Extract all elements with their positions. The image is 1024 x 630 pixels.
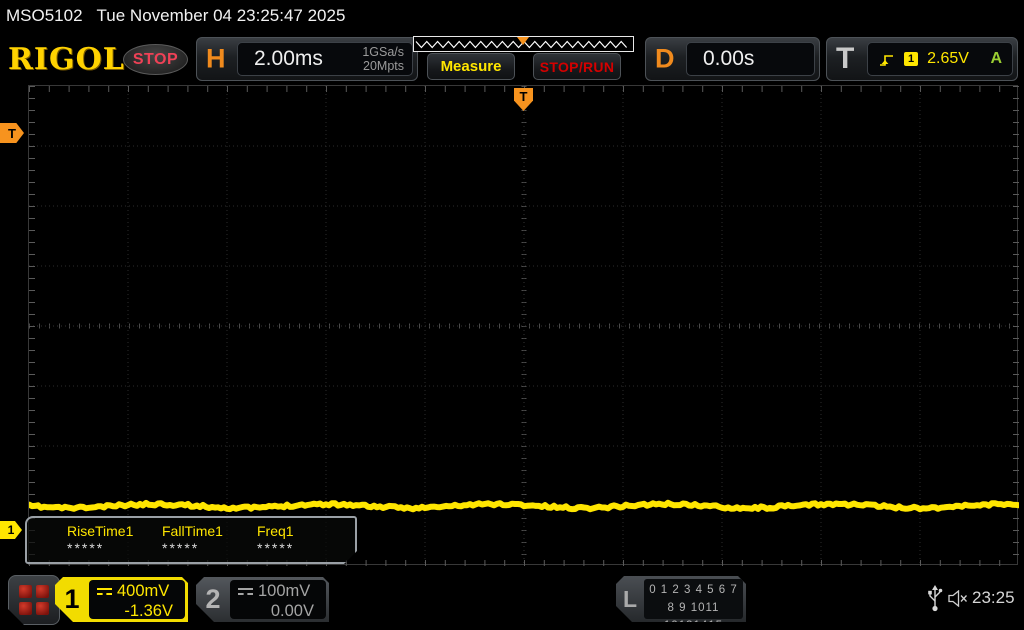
channel2-settings: 100mV 0.00V	[230, 580, 326, 619]
channel1-settings: 400mV -1.36V	[89, 580, 185, 619]
run-state-indicator[interactable]: STOP	[123, 44, 188, 75]
logic-analyzer-badge[interactable]: L 0 1 2 3 4 5 6 7 8 9 1011 12131415	[616, 576, 746, 622]
channel2-offset: 0.00V	[238, 602, 318, 622]
memory-position-pointer[interactable]	[517, 37, 529, 45]
dc-coupling-icon	[238, 588, 253, 595]
measurement-label: FallTime1	[162, 523, 257, 539]
logic-row-2: 8 9 1011 12131415	[644, 600, 743, 630]
measurement-value: *****	[67, 540, 162, 556]
titlebar: MSO5102 Tue November 04 23:25:47 2025	[0, 0, 1024, 32]
logic-label: L	[616, 576, 644, 622]
quick-menu-button[interactable]	[8, 575, 60, 625]
model-name: MSO5102	[6, 6, 83, 26]
datetime: Tue November 04 23:25:47 2025	[97, 6, 346, 26]
measurement-item: RiseTime1 *****	[67, 518, 162, 562]
trigger-label: T	[836, 42, 854, 76]
trigger-sweep-mode: A	[990, 50, 1002, 68]
measure-button[interactable]: Measure	[427, 53, 515, 80]
acquisition-info: 1GSa/s 20Mpts	[362, 45, 412, 73]
delay-label: D	[655, 44, 675, 75]
grid	[29, 86, 1019, 566]
trigger-values: 1 2.65V A	[867, 42, 1013, 76]
trigger-slope-icon	[878, 52, 895, 67]
red-grid-icon	[19, 585, 49, 615]
logic-row-1: 0 1 2 3 4 5 6 7	[644, 582, 743, 600]
channel1-badge[interactable]: 1 400mV -1.36V	[55, 577, 188, 622]
channel1-scale: 400mV	[117, 582, 169, 602]
delay-panel[interactable]: D 0.00s	[645, 37, 820, 81]
horizontal-label: H	[206, 44, 226, 75]
trigger-level-marker[interactable]: T	[0, 123, 24, 143]
stop-run-button[interactable]: STOP/RUN	[533, 53, 621, 80]
clock: 23:25	[972, 588, 1015, 608]
measurement-value: *****	[162, 540, 257, 556]
trigger-level-value: 2.65V	[927, 50, 969, 68]
horizontal-values: 2.00ms 1GSa/s 20Mpts	[237, 42, 413, 76]
channel1-ground-marker[interactable]: 1	[0, 521, 22, 539]
horizontal-panel[interactable]: H 2.00ms 1GSa/s 20Mpts	[196, 37, 418, 81]
delay-value: 0.00s	[687, 47, 754, 71]
rigol-logo: RIGOL	[8, 42, 125, 77]
delay-values: 0.00s	[686, 42, 815, 76]
dc-coupling-icon	[97, 588, 112, 595]
usb-icon	[927, 585, 943, 613]
sample-rate: 1GSa/s	[362, 45, 404, 59]
channel2-number: 2	[196, 577, 230, 622]
measurement-item: Freq1 *****	[257, 518, 352, 562]
memory-depth: 20Mpts	[363, 59, 404, 73]
measurement-results-box[interactable]: RiseTime1 ***** FallTime1 ***** Freq1 **…	[25, 516, 357, 564]
speaker-muted-icon[interactable]	[948, 590, 970, 607]
measurement-label: Freq1	[257, 523, 352, 539]
measurement-item: FallTime1 *****	[162, 518, 257, 562]
channel2-badge[interactable]: 2 100mV 0.00V	[196, 577, 329, 622]
measurement-value: *****	[257, 540, 352, 556]
oscilloscope-screen: MSO5102 Tue November 04 23:25:47 2025 RI…	[0, 0, 1024, 630]
measurement-label: RiseTime1	[67, 523, 162, 539]
channel1-waveform	[29, 503, 1019, 510]
channel1-offset: -1.36V	[97, 602, 177, 622]
logic-channels: 0 1 2 3 4 5 6 7 8 9 1011 12131415	[644, 579, 743, 619]
waveform-display-area[interactable]	[28, 85, 1018, 565]
channel2-scale: 100mV	[258, 582, 310, 602]
trigger-panel[interactable]: T 1 2.65V A	[826, 37, 1018, 81]
timebase-value: 2.00ms	[238, 47, 323, 71]
trigger-source-badge: 1	[904, 52, 918, 66]
channel1-number: 1	[55, 577, 89, 622]
